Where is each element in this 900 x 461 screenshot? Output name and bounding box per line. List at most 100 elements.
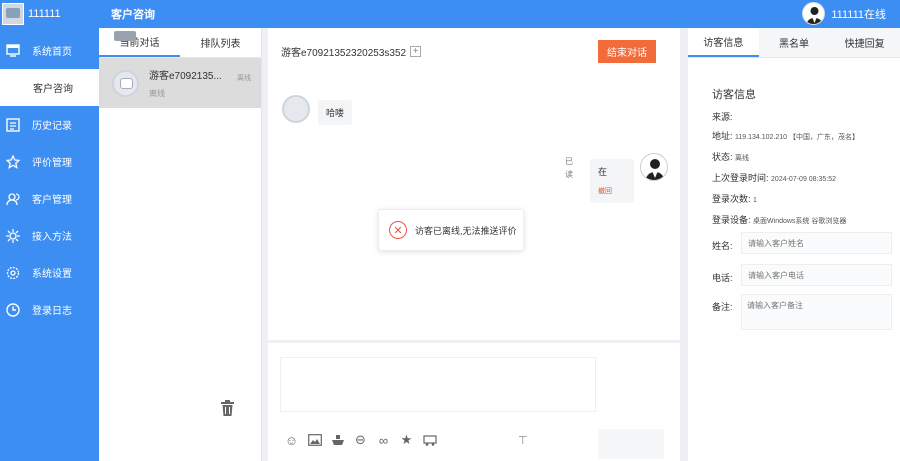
sidebar-item-settings[interactable]: 系统设置 [0,254,99,291]
conversation-status: 离线 [149,89,165,98]
tab-current-conversations[interactable]: 当前对话 [99,28,180,57]
star-icon[interactable]: ★ [395,431,418,449]
sidebar-item-rating[interactable]: 评价管理 [0,143,99,180]
name-label: 姓名: [712,241,733,251]
note-field: 备注: [712,294,892,330]
sidebar-header: 111111 [0,0,99,28]
read-status: 已读 [565,157,573,179]
state-value: 离线 [735,155,750,162]
top-bar: 客户咨询 111111在线 [99,0,900,28]
sidebar-item-consult[interactable]: 客户咨询 [0,69,99,106]
address-label: 地址: [712,131,733,141]
sidebar-item-home[interactable]: 系统首页 [0,32,99,69]
state-row: 状态: 离线 [712,150,749,163]
gear-plug-icon [6,228,20,243]
note-input[interactable] [741,294,892,330]
sidebar-nav: 系统首页 客户咨询 历史记录 评价管理 客户管理 接入方法 系统设置 登录日志 [0,32,99,328]
conversation-panel: 当前对话 排队列表 游客e7092135... 离线 离线 [99,28,262,461]
trash-icon[interactable] [221,400,234,416]
tab-label: 排队列表 [200,39,241,50]
sidebar-item-label: 客户咨询 [33,84,73,95]
device-value: 桌面Windows系统 谷歌浏览器 [753,218,847,225]
agent-message-text: 在 [598,167,608,177]
phone-field: 电话: [712,264,892,286]
visitor-id: 游客e70921352320253s352 [281,47,407,59]
sidebar: 111111 系统首页 客户咨询 历史记录 评价管理 客户管理 接入方法 系统设… [0,0,99,461]
name-input[interactable] [741,232,892,254]
section-title: 访客信息 [712,89,756,101]
sidebar-item-label: 登录日志 [32,306,72,317]
visitor-message: 哈喽 [318,100,353,125]
monitor-icon [6,44,20,58]
text-cursor-icon: ⊤ [518,435,528,447]
agent-status[interactable]: 111111在线 [802,2,886,25]
source-label: 来源: [712,112,733,122]
sidebar-item-login-log[interactable]: 登录日志 [0,291,99,328]
last-login-label: 上次登录时间: [712,173,769,183]
device-row: 登录设备: 桌面Windows系统 谷歌浏览器 [712,213,846,226]
sidebar-item-access[interactable]: 接入方法 [0,217,99,254]
note-label: 备注: [712,302,733,312]
conversation-item[interactable]: 游客e7092135... 离线 离线 [99,58,261,108]
agent-online-status: 111111在线 [831,8,886,21]
settings-icon [6,266,20,280]
visitor-info-panel: 访客信息 黑名单 快捷回复 访客信息 来源: 地址: 119.134.102.2… [688,28,900,461]
name-field: 姓名: [712,232,892,254]
chat-window: 游客e70921352320253s352 + 结束对话 哈喽 已读 在 撤回 … [268,28,680,340]
app-root: 111111 系统首页 客户咨询 历史记录 评价管理 客户管理 接入方法 系统设… [0,0,900,461]
agent-avatar [640,153,668,181]
users-icon [6,192,20,206]
history-icon [6,117,20,132]
last-login-row: 上次登录时间: 2024-07-09 08:35:52 [712,171,836,184]
end-conversation-button[interactable]: 结束对话 [598,40,656,63]
login-count-row: 登录次数: 1 [712,192,757,205]
tab-visitor-info[interactable]: 访客信息 [688,28,759,57]
last-login-value: 2024-07-09 08:35:52 [771,176,837,183]
composer-toolbar: ☺ ⊖ ∞ ★ [280,431,441,449]
tab-quick-reply[interactable]: 快捷回复 [829,28,900,57]
address-value: 119.134.102.210 【中国，广东，茂名】 [735,134,860,141]
conversation-name: 游客e7092135... [149,71,222,82]
recall-link[interactable]: 撤回 [598,186,626,196]
device-label: 登录设备: [712,215,751,225]
agent-message: 在 撤回 [590,159,634,203]
address-row: 地址: 119.134.102.210 【中国，广东，茂名】 [712,129,859,142]
close-circle-icon: ✕ [389,221,407,239]
source-row: 来源: [712,110,733,123]
image-icon[interactable] [303,431,326,449]
visitor-avatar [282,95,310,123]
phone-input[interactable] [741,264,892,286]
sidebar-item-label: 系统设置 [32,269,72,280]
page-title: 客户咨询 [111,9,155,21]
link-icon[interactable]: ∞ [372,431,395,449]
sidebar-item-label: 评价管理 [32,158,72,169]
transfer-icon[interactable] [418,431,441,449]
state-label: 状态: [712,152,733,162]
plus-icon[interactable]: + [410,45,422,57]
agent-avatar [802,2,826,25]
offline-toast: ✕ 访客已离线,无法推送评价 [378,209,524,251]
tab-badge [114,31,136,41]
sidebar-item-label: 客户管理 [32,195,72,206]
logo [2,3,24,25]
tab-queue[interactable]: 排队列表 [180,28,261,57]
conversation-time: 离线 [237,75,251,82]
minus-circle-icon[interactable]: ⊖ [349,431,372,449]
phone-label: 电话: [712,273,733,283]
send-area[interactable] [598,429,664,459]
info-tabs: 访客信息 黑名单 快捷回复 [688,28,900,58]
sidebar-username: 111111 [28,8,61,20]
sidebar-item-label: 接入方法 [32,232,72,243]
sidebar-item-customers[interactable]: 客户管理 [0,180,99,217]
login-count-label: 登录次数: [712,194,751,204]
toast-text: 访客已离线,无法推送评价 [415,225,517,236]
conversation-tabs: 当前对话 排队列表 [99,28,261,58]
sidebar-item-label: 系统首页 [32,47,72,58]
ship-icon[interactable] [326,431,349,449]
message-input[interactable] [280,357,596,412]
clock-icon [6,302,20,317]
tab-blacklist[interactable]: 黑名单 [758,28,830,57]
sidebar-item-history[interactable]: 历史记录 [0,106,99,143]
star-icon [6,154,20,169]
emoji-icon[interactable]: ☺ [280,431,303,449]
